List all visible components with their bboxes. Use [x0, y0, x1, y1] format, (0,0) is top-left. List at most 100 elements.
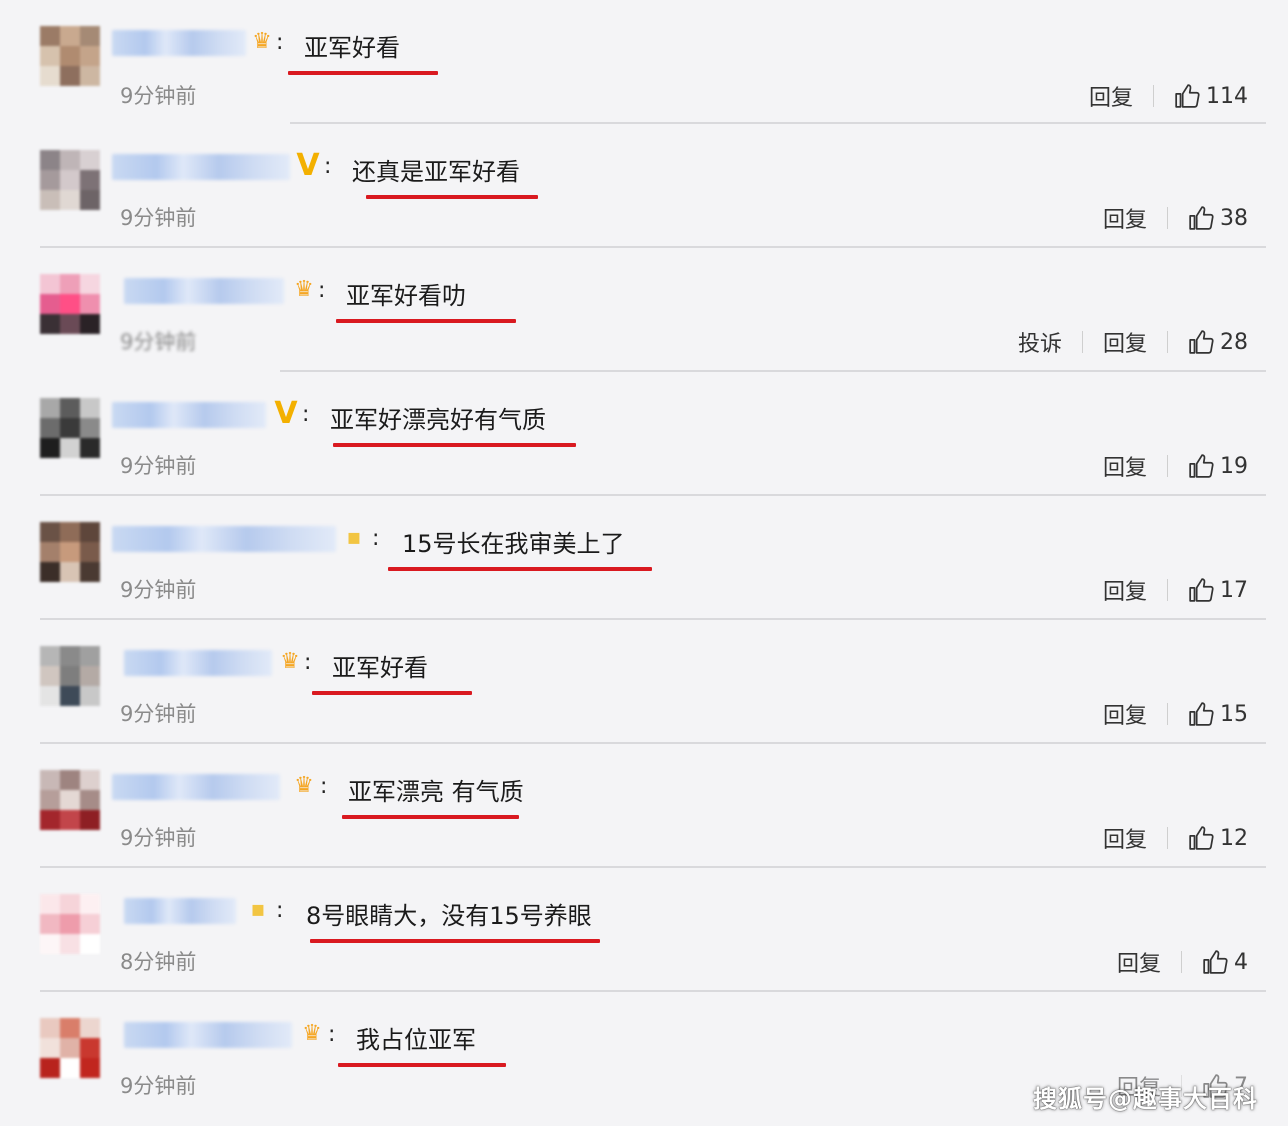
avatar[interactable] [40, 398, 100, 458]
crown-badge-icon [276, 648, 304, 676]
comment-text: 8号眼睛大，没有15号养眼 [306, 902, 592, 930]
comment-time: 9分钟前 [120, 330, 197, 354]
action-separator [1167, 207, 1168, 229]
comment-item: : 亚军好漂亮好有气质 9分钟前 回复 19 [0, 372, 1288, 496]
red-underline [312, 691, 472, 695]
red-underline [388, 567, 652, 571]
red-underline [288, 71, 438, 75]
username-blurred[interactable] [124, 898, 236, 924]
like-count: 17 [1220, 577, 1248, 603]
colon: : [302, 402, 310, 427]
colon: : [276, 898, 284, 923]
comment-text: 亚军漂亮 有气质 [348, 778, 524, 806]
star-badge-icon [340, 524, 368, 552]
colon: : [324, 154, 332, 179]
red-underline [338, 1063, 506, 1067]
comment-actions: 回复 17 [1103, 574, 1248, 606]
action-separator [1167, 703, 1168, 725]
avatar[interactable] [40, 894, 100, 954]
avatar[interactable] [40, 150, 100, 210]
red-underline [310, 939, 600, 943]
like-count: 12 [1220, 825, 1248, 851]
comment-text: 亚军好漂亮好有气质 [330, 406, 546, 434]
report-button[interactable]: 投诉 [1018, 326, 1062, 358]
username-blurred[interactable] [124, 1022, 292, 1048]
comment-item: : 还真是亚军好看 9分钟前 回复 38 [0, 124, 1288, 248]
comment-item: : 8号眼睛大，没有15号养眼 8分钟前 回复 4 [0, 868, 1288, 992]
crown-badge-icon [290, 772, 318, 800]
action-separator [1167, 331, 1168, 353]
action-separator [1081, 331, 1083, 353]
comment-item: : 亚军好看叻 9分钟前 投诉 回复 28 [0, 248, 1288, 372]
avatar[interactable] [40, 522, 100, 582]
colon: : [328, 1022, 336, 1047]
v-badge-icon [294, 152, 322, 180]
thumbs-up-icon[interactable] [1188, 205, 1214, 231]
comment-list: : 亚军好看 9分钟前 回复 114 : 还真是亚军好看 9分钟前 回复 38 [0, 0, 1288, 1126]
comment-time: 9分钟前 [120, 578, 197, 602]
reply-button[interactable]: 回复 [1103, 202, 1147, 234]
red-underline [342, 815, 519, 819]
comment-time: 9分钟前 [120, 1074, 197, 1098]
red-underline [336, 319, 516, 323]
comment-time: 9分钟前 [120, 826, 197, 850]
avatar[interactable] [40, 1018, 100, 1078]
like-count: 15 [1220, 701, 1248, 727]
reply-button[interactable]: 回复 [1103, 326, 1147, 358]
thumbs-up-icon[interactable] [1188, 329, 1214, 355]
comment-text: 15号长在我审美上了 [402, 530, 625, 558]
red-underline [366, 195, 538, 199]
thumbs-up-icon[interactable] [1174, 83, 1200, 109]
comment-actions: 回复 19 [1103, 450, 1248, 482]
star-badge-icon [244, 896, 272, 924]
username-blurred[interactable] [124, 278, 284, 304]
comment-time: 8分钟前 [120, 950, 197, 974]
reply-button[interactable]: 回复 [1089, 80, 1133, 112]
comment-actions: 投诉 回复 28 [1018, 326, 1248, 358]
action-separator [1153, 85, 1154, 107]
reply-button[interactable]: 回复 [1103, 822, 1147, 854]
thumbs-up-icon[interactable] [1202, 949, 1228, 975]
like-count: 19 [1220, 453, 1248, 479]
comment-actions: 回复 114 [1089, 80, 1248, 112]
crown-badge-icon [248, 28, 276, 56]
comment-actions: 回复 4 [1117, 946, 1248, 978]
comment-time: 9分钟前 [120, 206, 197, 230]
username-blurred[interactable] [112, 402, 266, 428]
reply-button[interactable]: 回复 [1117, 946, 1161, 978]
thumbs-up-icon[interactable] [1188, 701, 1214, 727]
action-separator [1167, 455, 1168, 477]
thumbs-up-icon[interactable] [1188, 577, 1214, 603]
comment-time: 9分钟前 [120, 702, 197, 726]
avatar[interactable] [40, 770, 100, 830]
avatar[interactable] [40, 26, 100, 86]
avatar[interactable] [40, 646, 100, 706]
username-blurred[interactable] [112, 154, 290, 180]
comment-text: 我占位亚军 [356, 1026, 476, 1054]
username-blurred[interactable] [112, 774, 280, 800]
comment-item: : 15号长在我审美上了 9分钟前 回复 17 [0, 496, 1288, 620]
action-separator [1167, 579, 1168, 601]
comment-item: : 亚军好看 9分钟前 回复 15 [0, 620, 1288, 744]
reply-button[interactable]: 回复 [1103, 698, 1147, 730]
watermark: 搜狐号@趣事大百科 [1033, 1085, 1258, 1113]
comment-text: 亚军好看叻 [346, 282, 466, 310]
colon: : [320, 774, 328, 799]
avatar[interactable] [40, 274, 100, 334]
crown-badge-icon [290, 276, 318, 304]
thumbs-up-icon[interactable] [1188, 453, 1214, 479]
comment-actions: 回复 15 [1103, 698, 1248, 730]
comment-item: : 亚军好看 9分钟前 回复 114 [0, 0, 1288, 124]
thumbs-up-icon[interactable] [1188, 825, 1214, 851]
reply-button[interactable]: 回复 [1103, 574, 1147, 606]
username-blurred[interactable] [112, 30, 246, 56]
red-underline [333, 443, 576, 447]
action-separator [1167, 827, 1168, 849]
crown-badge-icon [298, 1020, 326, 1048]
like-count: 4 [1234, 949, 1248, 975]
like-count: 114 [1206, 83, 1248, 109]
reply-button[interactable]: 回复 [1103, 450, 1147, 482]
username-blurred[interactable] [112, 526, 336, 552]
comment-text: 还真是亚军好看 [352, 158, 520, 186]
username-blurred[interactable] [124, 650, 272, 676]
